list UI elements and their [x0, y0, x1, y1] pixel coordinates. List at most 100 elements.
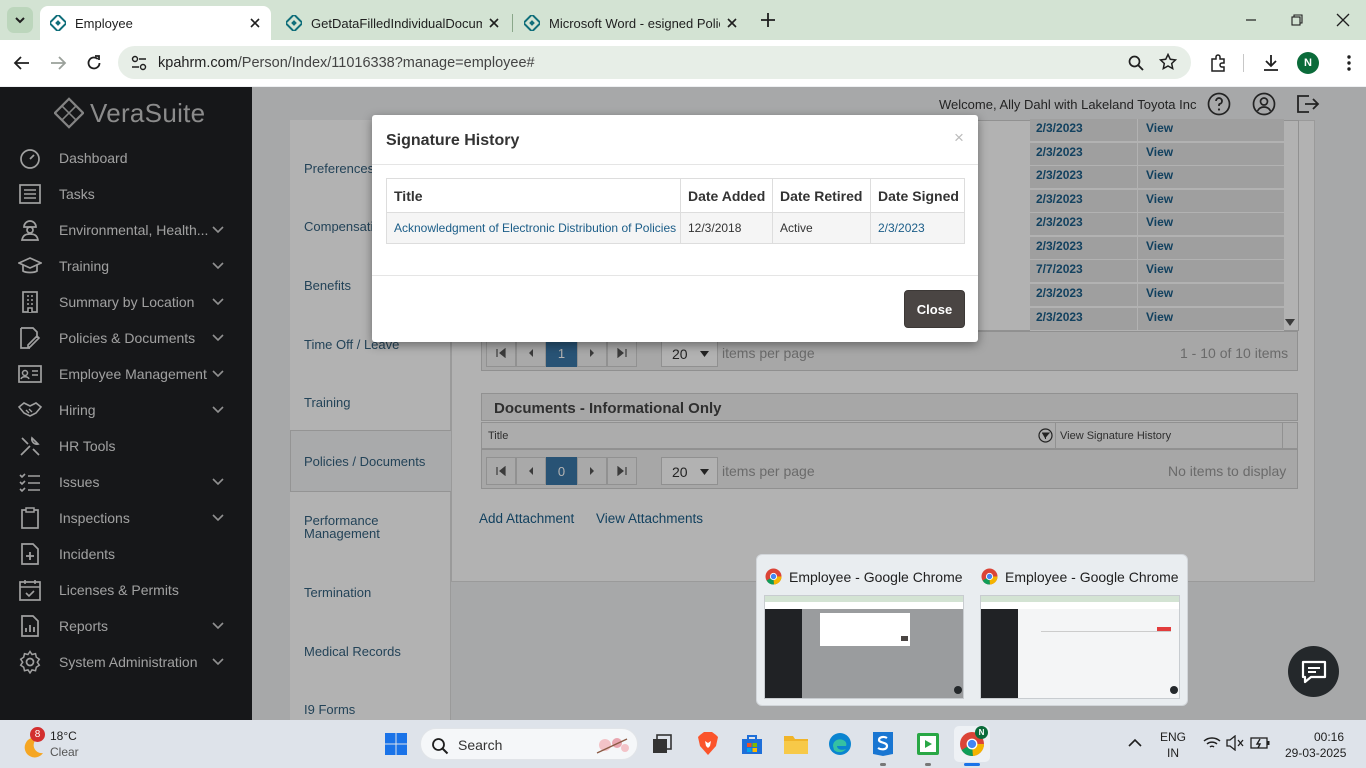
folder-icon [784, 736, 808, 754]
chrome-icon [765, 568, 782, 585]
download-icon [1264, 55, 1278, 71]
policy-title-link[interactable]: Acknowledgment of Electronic Distributio… [386, 212, 681, 244]
wifi-icon[interactable] [1203, 736, 1221, 750]
windows-taskbar: 8 18°C Clear Search N ENG IN 00:16 29-03… [0, 720, 1366, 768]
reload-button[interactable] [81, 50, 107, 76]
brave-browser-icon [698, 732, 718, 755]
preview-title-text: Employee - Google Chrome [1005, 568, 1179, 585]
modal-close-x[interactable]: × [954, 128, 964, 148]
tab-separator [512, 14, 513, 32]
tab-employee[interactable]: Employee [40, 6, 271, 40]
forward-button[interactable] [45, 50, 71, 76]
tab-title: GetDataFilledIndividualDocume [311, 15, 482, 31]
search-highlight-flowers-icon [596, 738, 629, 754]
verasuite-favicon-icon [524, 15, 540, 31]
table-row: Acknowledgment of Electronic Distributio… [386, 212, 965, 244]
column-date-retired: Date Retired [772, 178, 871, 213]
date-signed-link[interactable]: 2/3/2023 [870, 212, 965, 244]
column-title: Title [386, 178, 681, 213]
site-settings-icon[interactable] [130, 54, 148, 72]
preview-window-2-title[interactable]: Employee - Google Chrome [981, 568, 1179, 585]
plus-icon [761, 13, 775, 27]
taskbar-app-brave[interactable] [692, 728, 724, 760]
url-host: kpahrm.com [158, 55, 238, 71]
browser-tab-strip: Employee GetDataFilledIndividualDocume M… [0, 0, 1366, 40]
table-header-row: Title Date Added Date Retired Date Signe… [386, 178, 965, 213]
signature-history-table: Title Date Added Date Retired Date Signe… [386, 178, 965, 244]
windows-logo-icon [385, 733, 407, 755]
bookmark-star-icon[interactable] [1159, 53, 1177, 71]
verasuite-favicon-icon [50, 15, 66, 31]
column-date-added: Date Added [680, 178, 773, 213]
browser-toolbar: kpahrm.com/Person/Index/11016338?manage=… [0, 40, 1366, 86]
taskbar-app-store[interactable] [736, 728, 768, 760]
close-window-button[interactable] [1320, 4, 1366, 36]
close-tab-icon[interactable] [243, 11, 267, 35]
cell-date-added: 12/3/2018 [680, 212, 773, 244]
taskbar-app-chrome[interactable]: N [954, 726, 990, 762]
edge-browser-icon [829, 733, 851, 755]
modal-footer-divider [372, 275, 978, 276]
taskbar-app-edge[interactable] [824, 728, 856, 760]
close-tab-icon[interactable] [482, 11, 506, 35]
region-indicator[interactable]: IN [1167, 746, 1179, 760]
taskbar-app-s-blue[interactable] [867, 728, 899, 760]
new-tab-button[interactable] [756, 8, 780, 32]
taskbar-app-media-player[interactable] [912, 728, 944, 760]
taskbar-app-file-explorer[interactable] [780, 728, 812, 760]
preview-window-1-title[interactable]: Employee - Google Chrome [765, 568, 963, 585]
modal-title: Signature History [386, 132, 520, 149]
microsoft-store-icon [742, 735, 762, 754]
chevron-down-icon [15, 17, 25, 24]
battery-charging-icon[interactable] [1250, 735, 1270, 751]
start-button[interactable] [380, 728, 412, 760]
reload-icon [87, 55, 101, 70]
chat-button[interactable] [1288, 646, 1339, 697]
more-vertical-icon [1347, 55, 1351, 71]
chat-bubble-icon [1301, 660, 1326, 683]
chevron-up-icon[interactable] [1128, 738, 1142, 748]
chrome-profile-badge: N [975, 726, 988, 739]
column-date-signed: Date Signed [870, 178, 965, 213]
weather-widget[interactable]: 8 18°C Clear [20, 727, 140, 762]
search-placeholder: Search [458, 737, 503, 753]
weather-badge: 8 [30, 727, 45, 742]
close-icon [1336, 13, 1350, 27]
back-button[interactable] [9, 50, 35, 76]
language-indicator[interactable]: ENG [1160, 730, 1186, 744]
zoom-icon[interactable] [1127, 54, 1145, 72]
taskbar-window-preview: Employee - Google Chrome Employee - Goog… [756, 554, 1188, 706]
active-indicator [964, 763, 980, 766]
close-tab-icon[interactable] [720, 11, 744, 35]
clock-date[interactable]: 29-03-2025 [1285, 746, 1346, 760]
media-player-icon [917, 733, 939, 755]
preview-window-2-thumbnail[interactable] [980, 595, 1180, 699]
speaker-muted-icon[interactable] [1226, 735, 1244, 751]
minimize-button[interactable] [1228, 4, 1274, 36]
clock-time[interactable]: 00:16 [1314, 730, 1344, 744]
taskbar-search[interactable]: Search [420, 728, 638, 760]
url-path: /Person/Index/11016338?manage=employee# [237, 55, 535, 71]
signature-history-modal: Signature History × Title Date Added Dat… [372, 115, 978, 342]
url-text: kpahrm.com/Person/Index/11016338?manage=… [158, 55, 535, 71]
preview-window-1-thumbnail[interactable] [764, 595, 964, 699]
tab-microsoft-word[interactable]: Microsoft Word - esigned Policy [514, 6, 748, 40]
downloads-button[interactable] [1258, 50, 1284, 76]
restore-icon [1291, 14, 1303, 26]
sync-app-icon [873, 732, 893, 756]
running-indicator [925, 763, 931, 766]
tab-search-button[interactable] [7, 7, 33, 33]
chrome-menu-button[interactable] [1336, 50, 1362, 76]
weather-temp: 18°C [50, 729, 77, 743]
extensions-button[interactable] [1206, 50, 1232, 76]
modal-header-divider [372, 164, 978, 165]
arrow-right-icon [51, 56, 67, 70]
tab-title: Employee [75, 15, 133, 31]
close-button[interactable]: Close [904, 290, 965, 328]
restore-button[interactable] [1274, 4, 1320, 36]
profile-avatar[interactable]: N [1297, 52, 1319, 74]
address-bar[interactable]: kpahrm.com/Person/Index/11016338?manage=… [118, 46, 1191, 79]
tab-getdatafilled[interactable]: GetDataFilledIndividualDocume [276, 6, 510, 40]
task-view-button[interactable] [646, 728, 678, 760]
tab-title: Microsoft Word - esigned Policy [549, 15, 720, 31]
